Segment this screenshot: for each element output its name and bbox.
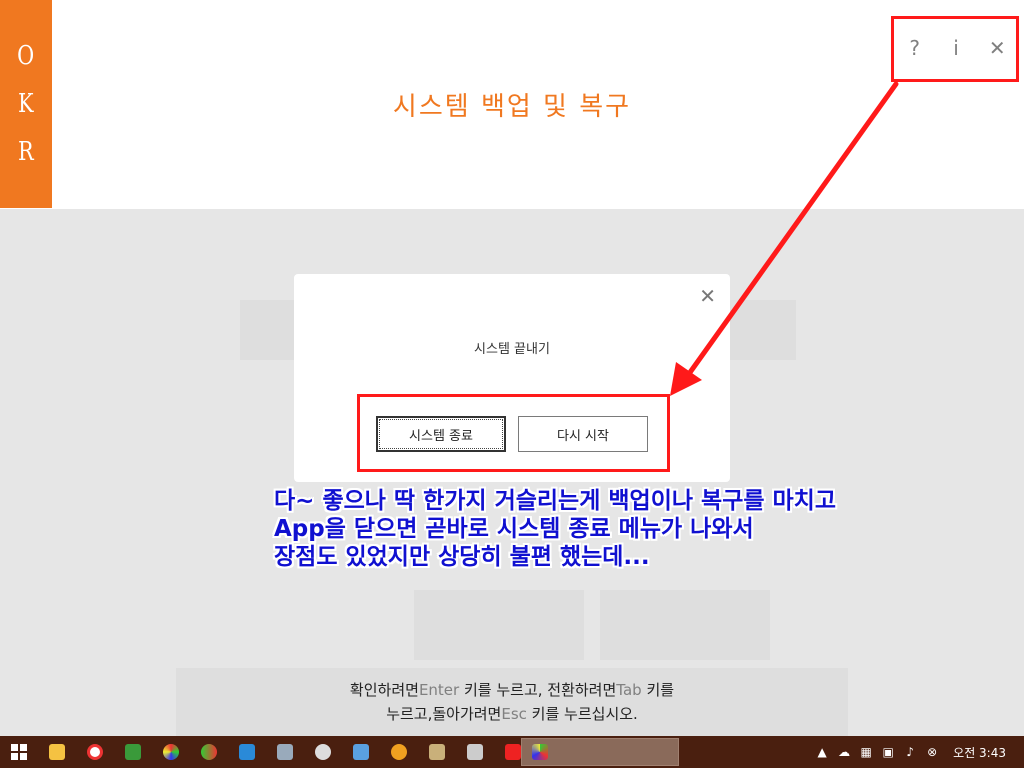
esc-key-label: Esc [501, 705, 527, 723]
highlight-box-dialog-buttons [357, 394, 670, 472]
app-header: O K R 시스템 백업 및 복구 ? i ✕ [0, 0, 1024, 209]
background-panel [414, 590, 584, 660]
keyboard-hint: 확인하려면Enter 키를 누르고, 전환하려면Tab 키를 누르고,돌아가려면… [0, 678, 1024, 726]
background-panel [240, 300, 300, 360]
enter-key-label: Enter [418, 681, 460, 699]
backup-app-icon [532, 744, 548, 760]
colorwheel-icon[interactable] [152, 736, 190, 768]
hint-line-2: 누르고,돌아가려면Esc 키를 누르십시오. [0, 702, 1024, 726]
display-icon[interactable]: ▣ [877, 736, 899, 768]
annotation-line: 장점도 있었지만 상당히 불편 했는데... [274, 544, 650, 570]
window-manager-icon[interactable] [342, 736, 380, 768]
puzzle-icon[interactable] [114, 736, 152, 768]
hint-text: 확인하려면 [349, 681, 419, 699]
hint-text: 키를 누르십시오. [526, 705, 638, 723]
hint-line-1: 확인하려면Enter 키를 누르고, 전환하려면Tab 키를 [0, 678, 1024, 702]
hardware-icon[interactable] [266, 736, 304, 768]
active-app-button[interactable] [521, 738, 679, 766]
lifebuoy-icon[interactable] [76, 736, 114, 768]
tools-icon[interactable] [456, 736, 494, 768]
background-panel [600, 590, 770, 660]
logo-letter-r: R [18, 137, 34, 167]
system-tray: ▲ ☁ ▦ ▣ ♪ ⊗ 오전 3:43 [811, 736, 1024, 768]
hint-text: 키를 [641, 681, 675, 699]
hint-text: 누르고,돌아가려면 [386, 705, 502, 723]
highlight-box-header-controls [891, 16, 1019, 82]
network-icon[interactable]: ▦ [855, 736, 877, 768]
annotation-line: App을 닫으면 곧바로 시스템 종료 메뉴가 나와서 [274, 516, 754, 542]
annotation-text: 다~ 좋으나 딱 한가지 거슬리는게 백업이나 복구를 마치고 App을 닫으면… [274, 488, 994, 572]
taskbar: ▲ ☁ ▦ ▣ ♪ ⊗ 오전 3:43 [0, 736, 1024, 768]
orange-circle-icon[interactable] [380, 736, 418, 768]
background-panel [726, 300, 796, 360]
bird-icon[interactable] [304, 736, 342, 768]
dialog-title: 시스템 끝내기 [474, 342, 550, 357]
clock[interactable]: 오전 3:43 [943, 744, 1024, 761]
annotation-line: 다~ 좋으나 딱 한가지 거슬리는게 백업이나 복구를 마치고 [274, 488, 837, 514]
tab-key-label: Tab [616, 681, 642, 699]
windows-start-icon[interactable] [0, 736, 38, 768]
close-circle-icon[interactable]: ⊗ [921, 736, 943, 768]
volume-icon[interactable]: ♪ [899, 736, 921, 768]
logo-letter-o: O [17, 41, 35, 71]
paint-icon[interactable] [190, 736, 228, 768]
cloud-icon[interactable]: ☁ [833, 736, 855, 768]
butterfly-icon[interactable] [228, 736, 266, 768]
file-explorer-icon[interactable] [38, 736, 76, 768]
app-title: 시스템 백업 및 복구 [392, 92, 632, 122]
jar-icon[interactable] [418, 736, 456, 768]
flag-icon[interactable]: ▲ [811, 736, 833, 768]
hint-text: 키를 누르고, 전환하려면 [459, 681, 617, 699]
dialog-close-button[interactable]: ✕ [699, 284, 716, 308]
